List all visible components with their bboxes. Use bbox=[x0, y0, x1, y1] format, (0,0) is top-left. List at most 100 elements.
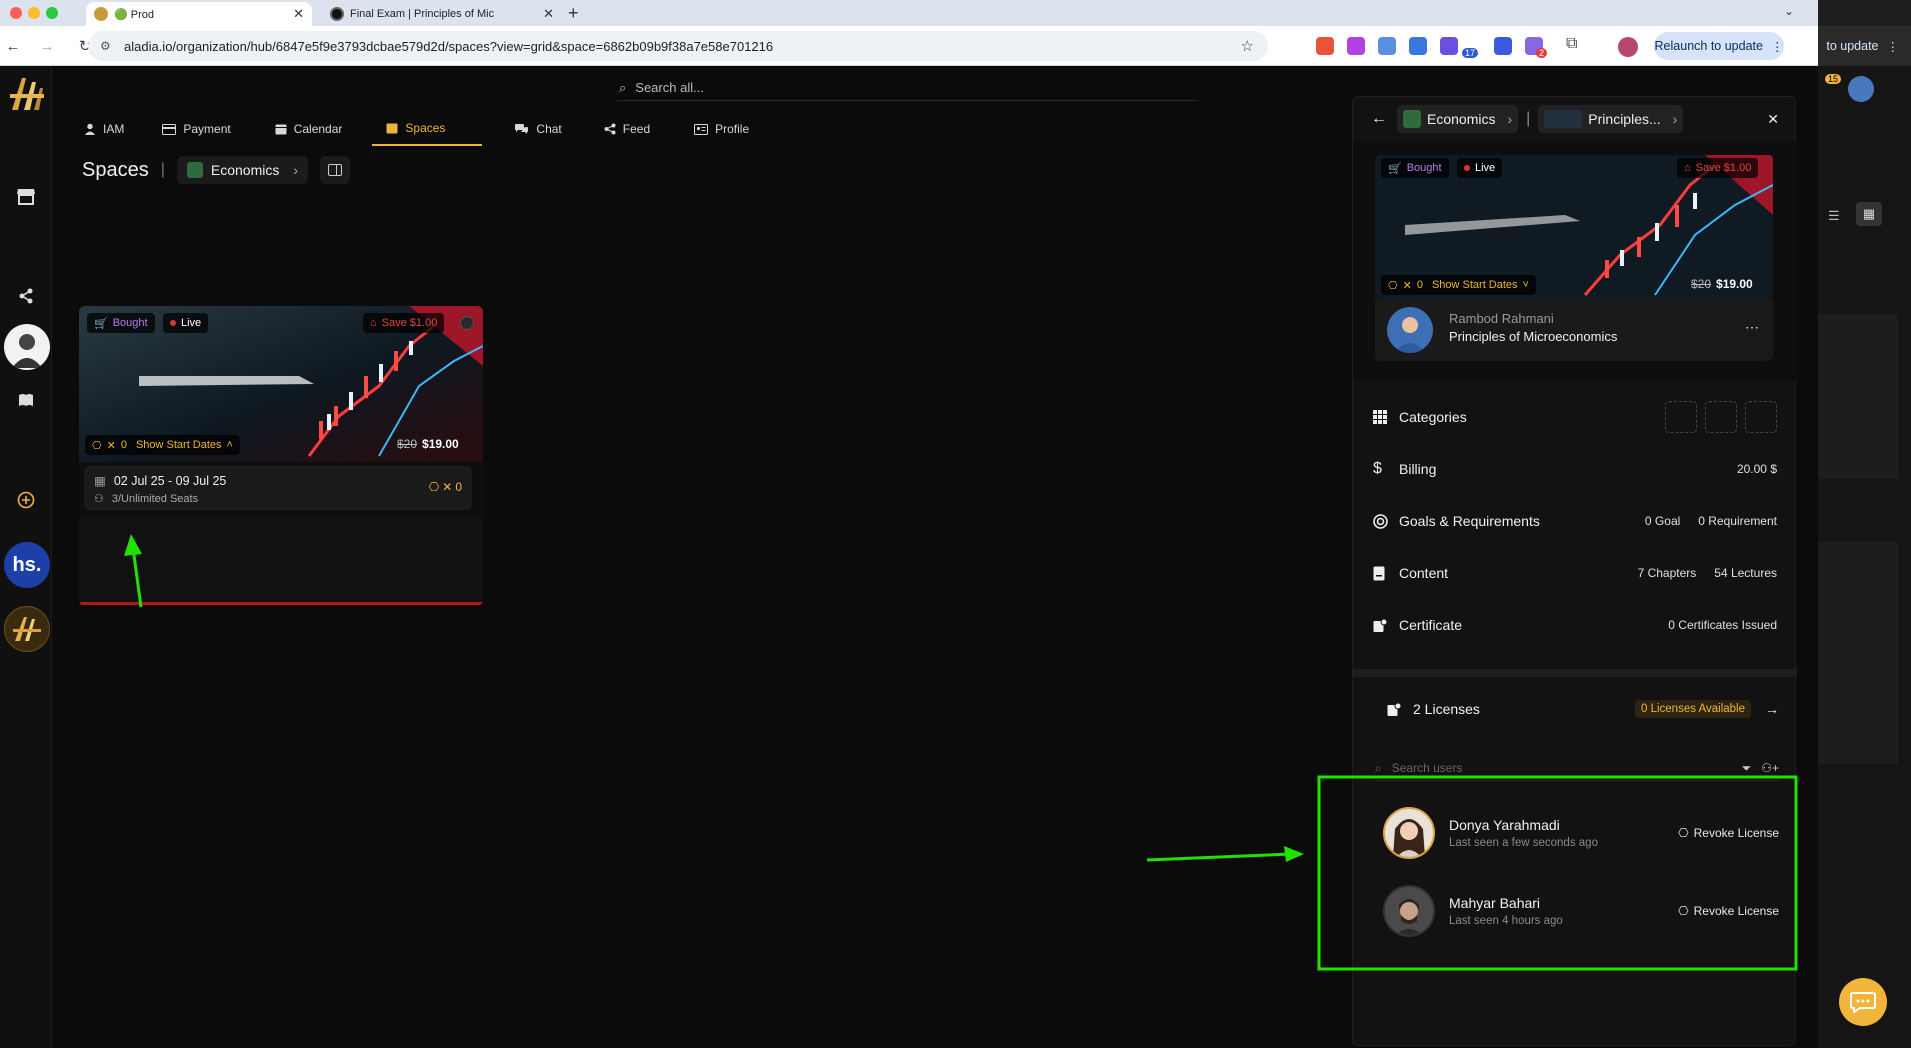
background-window-relaunch: to update ⋮ bbox=[1818, 26, 1911, 66]
nav-item-profile[interactable]: Profile bbox=[680, 112, 763, 146]
browser-tab-final-exam[interactable]: Final Exam | Principles of Mic ✕ bbox=[322, 2, 562, 26]
revoke-license-button[interactable]: ⎔ Revoke License bbox=[1678, 904, 1779, 918]
goal-count: 0 Goal bbox=[1644, 514, 1681, 528]
close-tab-icon[interactable]: ✕ bbox=[293, 6, 304, 22]
nav-item-feed[interactable]: Feed bbox=[590, 112, 664, 146]
space-detail-panel: ← Economics › | Principles... › ✕ 🛒 Boug… bbox=[1352, 96, 1797, 1046]
certificate-row[interactable]: Certificate 0 Certificates Issued bbox=[1373, 605, 1777, 645]
bookmark-star-icon[interactable]: ☆ bbox=[1241, 37, 1254, 55]
more-options-icon[interactable]: ⋯ bbox=[1745, 319, 1759, 336]
org-aladia-avatar[interactable] bbox=[4, 606, 50, 652]
price: $19.00 bbox=[1716, 277, 1753, 291]
forward-arrow-icon[interactable]: → bbox=[36, 35, 58, 57]
date-counter-value: 0 bbox=[455, 480, 462, 494]
share-icon[interactable] bbox=[14, 284, 38, 308]
arrow-right-icon[interactable]: → bbox=[1765, 701, 1779, 717]
minimize-window-button[interactable] bbox=[28, 7, 40, 19]
license-search[interactable]: ⌕ Search users ⏷ ⚇+ bbox=[1375, 761, 1779, 781]
license-icon bbox=[1387, 702, 1413, 717]
support-chat-button[interactable] bbox=[1839, 978, 1887, 1026]
certificate-icon bbox=[1373, 618, 1399, 633]
license-icon: ⎔ bbox=[1388, 279, 1398, 292]
row-label: Billing bbox=[1399, 461, 1437, 477]
bookmark-book-icon[interactable] bbox=[14, 388, 38, 412]
user-avatar[interactable] bbox=[4, 324, 50, 370]
category-slot[interactable] bbox=[1705, 401, 1737, 433]
site-settings-icon[interactable]: ⚙ bbox=[100, 39, 111, 53]
goals-row[interactable]: Goals & Requirements 0 Goal 0 Requirement bbox=[1373, 501, 1777, 541]
user-info: Donya Yarahmadi Last seen a few seconds … bbox=[1449, 817, 1598, 849]
url-field[interactable]: ⚙ aladia.io/organization/hub/6847e5f9e37… bbox=[88, 31, 1268, 61]
select-radio[interactable] bbox=[460, 316, 474, 330]
maximize-window-button[interactable] bbox=[46, 7, 58, 19]
certificate-value: 0 Certificates Issued bbox=[1668, 618, 1777, 632]
search-icon: ⌕ bbox=[1375, 761, 1382, 775]
course-card[interactable]: 🛒 Bought Live ⌂ Save $1.00 ⎔ ✕ 0 Show Start… bbox=[79, 306, 483, 606]
nav-item-chat[interactable]: Chat bbox=[500, 112, 575, 146]
filter-icon[interactable]: ⏷ bbox=[1742, 761, 1752, 776]
background-card bbox=[1818, 542, 1898, 764]
grid-view-icon[interactable]: ▦ bbox=[1856, 202, 1882, 226]
org-hs-avatar[interactable]: hs. bbox=[4, 542, 50, 588]
tag-icon: ⌂ bbox=[1684, 162, 1691, 174]
profile-avatar-icon[interactable] bbox=[1618, 37, 1638, 57]
close-tab-icon[interactable]: ✕ bbox=[543, 6, 554, 22]
breadcrumb-economics[interactable]: Economics › bbox=[1397, 105, 1519, 133]
revoke-license-button[interactable]: ⎔ Revoke License bbox=[1678, 826, 1779, 840]
aladia-logo-icon[interactable] bbox=[8, 74, 46, 114]
content-row[interactable]: Content 7 Chapters 54 Lectures bbox=[1373, 553, 1777, 593]
extension-icon[interactable] bbox=[1316, 37, 1334, 55]
course-title: Principles of Microeconomics bbox=[1449, 329, 1618, 344]
background-relaunch-label: to update bbox=[1826, 39, 1879, 53]
author-name: Rambod Rahmani bbox=[1449, 311, 1554, 326]
browser-tab-prod[interactable]: 🟢 Prod ✕ bbox=[86, 2, 312, 26]
nav-item-spaces[interactable]: Spaces bbox=[372, 112, 483, 146]
billing-row[interactable]: $ Billing 20.00 $ bbox=[1373, 449, 1777, 489]
dollar-icon: $ bbox=[1373, 460, 1382, 477]
licenses-header: 2 Licenses 0 Licenses Available → bbox=[1387, 693, 1779, 725]
store-icon[interactable] bbox=[14, 184, 38, 208]
extension-icon[interactable] bbox=[1440, 37, 1458, 55]
relaunch-to-update-button[interactable]: Relaunch to update ⋮ bbox=[1654, 32, 1784, 60]
calendar-icon: ▦ bbox=[94, 474, 106, 488]
new-tab-icon[interactable]: + bbox=[568, 3, 579, 24]
category-slot[interactable] bbox=[1745, 401, 1777, 433]
price-block: $20 $19.00 bbox=[397, 437, 459, 451]
add-circle-icon[interactable] bbox=[14, 488, 38, 512]
show-start-dates-toggle[interactable]: ⎔ ✕ 0 Show Start Dates ˄ bbox=[85, 435, 240, 455]
global-search[interactable]: ⌕ Search all... bbox=[617, 75, 1197, 101]
list-view-icon[interactable]: ☰ bbox=[1828, 208, 1840, 224]
breadcrumb-space[interactable]: Economics › bbox=[176, 156, 309, 184]
nav-item-calendar[interactable]: Calendar bbox=[261, 112, 357, 146]
extension-icon[interactable] bbox=[1409, 37, 1427, 55]
back-arrow-icon[interactable]: ← bbox=[2, 35, 24, 57]
extension-badge: 17 bbox=[1462, 48, 1479, 58]
breadcrumb-course[interactable]: Principles... › bbox=[1538, 105, 1684, 133]
add-user-icon[interactable]: ⚇+ bbox=[1761, 761, 1779, 775]
extension-icon[interactable] bbox=[1494, 37, 1512, 55]
categories-row[interactable]: Categories bbox=[1373, 397, 1777, 437]
chevron-right-icon: › bbox=[1507, 111, 1513, 127]
panel-course-thumbnail: 🛒 Bought Live ⌂ Save $1.00 ⎔ ✕ 0 Show Start … bbox=[1375, 155, 1773, 299]
show-start-dates-toggle[interactable]: ⎔ ✕ 0 Show Start Dates ˅ bbox=[1381, 275, 1536, 295]
start-date-option[interactable]: ▦ 02 Jul 25 - 09 Jul 25 ⚇ 3/Unlimited Se… bbox=[84, 466, 472, 510]
close-window-button[interactable] bbox=[10, 7, 22, 19]
economics-thumbnail-icon bbox=[1403, 110, 1421, 128]
spaces-header: Spaces | Economics › bbox=[82, 156, 351, 184]
close-x-icon: ✕ bbox=[106, 439, 116, 452]
extension-icon[interactable] bbox=[1378, 37, 1396, 55]
close-panel-icon[interactable]: ✕ bbox=[1767, 111, 1779, 128]
tab-list-chevron-icon[interactable]: ⌄ bbox=[1784, 4, 1794, 18]
card-icon bbox=[162, 123, 177, 135]
chevron-down-icon: ˅ bbox=[1522, 279, 1529, 291]
nav-item-iam[interactable]: IAM bbox=[70, 112, 138, 146]
nav-item-payment[interactable]: Payment bbox=[148, 112, 244, 146]
tab-title: 🟢 Prod bbox=[114, 8, 154, 21]
extension-icon[interactable] bbox=[1347, 37, 1365, 55]
back-arrow-icon[interactable]: ← bbox=[1371, 110, 1389, 128]
toggle-panel-button[interactable] bbox=[320, 156, 351, 184]
user-name: Mahyar Bahari bbox=[1449, 895, 1541, 911]
category-slot[interactable] bbox=[1665, 401, 1697, 433]
extensions-puzzle-icon[interactable]: ⧉ bbox=[1566, 35, 1577, 53]
cart-icon: 🛒 bbox=[1388, 162, 1402, 175]
